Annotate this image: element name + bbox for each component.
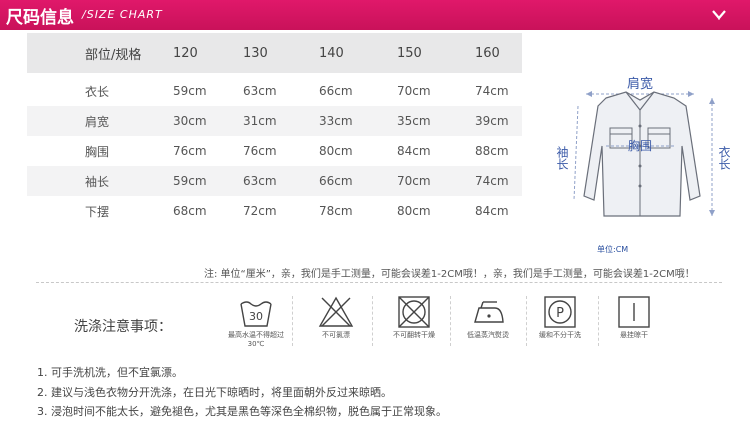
shirt-measurement-figure: 肩宽 胸围 袖长 衣长 (555, 76, 731, 217)
divider (450, 296, 451, 346)
table-cell: 84cm (397, 144, 431, 158)
shoulder-label: 肩宽 (627, 76, 653, 92)
table-header-cell: 140 (319, 45, 344, 61)
wash-icon-item: 不可氯漂 (306, 294, 366, 340)
chevron-down-icon (712, 10, 726, 20)
table-cell: 72cm (243, 204, 277, 218)
table-cell: 59cm (173, 174, 207, 188)
length-label: 衣长 (717, 145, 731, 170)
table-cell: 33cm (319, 114, 353, 128)
wash-title: 洗涤注意事项： (74, 319, 172, 335)
row-label: 袖长 (85, 174, 110, 189)
table-cell: 74cm (475, 174, 509, 188)
care-note: 3. 浸泡时间不能太长，避免褪色，尤其是黑色等深色全棉织物，脱色属于正常现象。 (37, 405, 447, 418)
divider (526, 296, 527, 346)
wash-caption: 低温蒸汽熨烫 (467, 331, 509, 339)
table-cell: 78cm (319, 204, 353, 218)
table-cell: 30cm (173, 114, 207, 128)
wash-caption: 最高水温不得超过30℃ (228, 331, 284, 348)
wash-caption: 缓和不分干洗 (539, 331, 581, 339)
table-header-cell: 120 (173, 45, 198, 61)
table-cell: 84cm (475, 204, 509, 218)
hang-dry-icon (618, 296, 650, 328)
table-row: 下摆 68cm 72cm 78cm 80cm 84cm (27, 196, 522, 226)
table-cell: 39cm (475, 114, 509, 128)
no-tumble-dry-icon (398, 296, 430, 328)
table-cell: 80cm (319, 144, 353, 158)
wash-icon-item: P 缓和不分干洗 (530, 294, 590, 340)
table-cell: 70cm (397, 174, 431, 188)
page-subtitle: /SIZE CHART (82, 8, 163, 21)
table-cell: 68cm (173, 204, 207, 218)
table-cell: 35cm (397, 114, 431, 128)
divider (372, 296, 373, 346)
table-cell: 59cm (173, 84, 207, 98)
no-bleach-icon (318, 296, 354, 327)
table-cell: 80cm (397, 204, 431, 218)
table-cell: 88cm (475, 144, 509, 158)
table-row: 胸围 76cm 76cm 80cm 84cm 88cm (27, 136, 522, 166)
table-cell: 63cm (243, 174, 277, 188)
wash-caption: 不可翻转干燥 (393, 331, 435, 339)
divider (36, 282, 722, 283)
wash-temp-text: 30 (249, 310, 263, 323)
table-cell: 63cm (243, 84, 277, 98)
wash-icon-item: 不可翻转干燥 (384, 294, 444, 340)
table-cell: 76cm (173, 144, 207, 158)
table-header-cell: 150 (397, 45, 422, 61)
measurement-note: 注: 单位“厘米”，亲，我们是手工测量，可能会误差1-2CM哦！，亲，我们是手工… (204, 269, 695, 280)
table-row: 衣长 59cm 63cm 66cm 70cm 74cm (27, 76, 522, 106)
table-header-cell: 160 (475, 45, 500, 61)
care-note: 1. 可手洗机洗，但不宜氯漂。 (37, 366, 183, 379)
table-row: 肩宽 30cm 31cm 33cm 35cm 39cm (27, 106, 522, 136)
wash-icon-item: 悬挂晾干 (604, 294, 664, 340)
care-note: 2. 建议与浅色衣物分开洗涤，在日光下晾晒时，将里面朝外反过来晾晒。 (37, 386, 392, 399)
table-cell: 66cm (319, 174, 353, 188)
unit-label: 单位:CM (597, 245, 629, 254)
chest-label: 胸围 (628, 138, 652, 153)
dry-clean-symbol: P (556, 306, 564, 321)
row-label: 下摆 (85, 204, 110, 219)
sleeve-label: 袖长 (555, 145, 569, 170)
wash-caption: 悬挂晾干 (620, 331, 648, 339)
dry-clean-icon: P (544, 296, 576, 328)
wash-icon-item: 30 最高水温不得超过30℃ (226, 294, 286, 349)
table-header-cell: 130 (243, 45, 268, 61)
table-cell: 66cm (319, 84, 353, 98)
table-cell: 74cm (475, 84, 509, 98)
row-label: 肩宽 (85, 114, 110, 129)
table-cell: 70cm (397, 84, 431, 98)
wash-caption: 不可氯漂 (322, 331, 350, 339)
table-header-cell: 部位/规格 (85, 47, 142, 63)
divider (292, 296, 293, 346)
wash-icon-item: 低温蒸汽熨烫 (458, 294, 518, 340)
table-cell: 76cm (243, 144, 277, 158)
header-bar: 尺码信息 /SIZE CHART (0, 0, 750, 30)
table-header-row: 部位/规格 120 130 140 150 160 (27, 33, 522, 73)
table-row: 袖长 59cm 63cm 66cm 70cm 74cm (27, 166, 522, 196)
row-label: 胸围 (85, 144, 110, 159)
divider (598, 296, 599, 346)
page-title: 尺码信息 (6, 8, 74, 28)
iron-low-icon (474, 301, 504, 323)
table-cell: 31cm (243, 114, 277, 128)
size-table: 部位/规格 120 130 140 150 160 衣长 59cm 63cm 6… (27, 33, 522, 226)
row-label: 衣长 (85, 84, 110, 99)
wash-30-icon: 30 (240, 301, 272, 327)
